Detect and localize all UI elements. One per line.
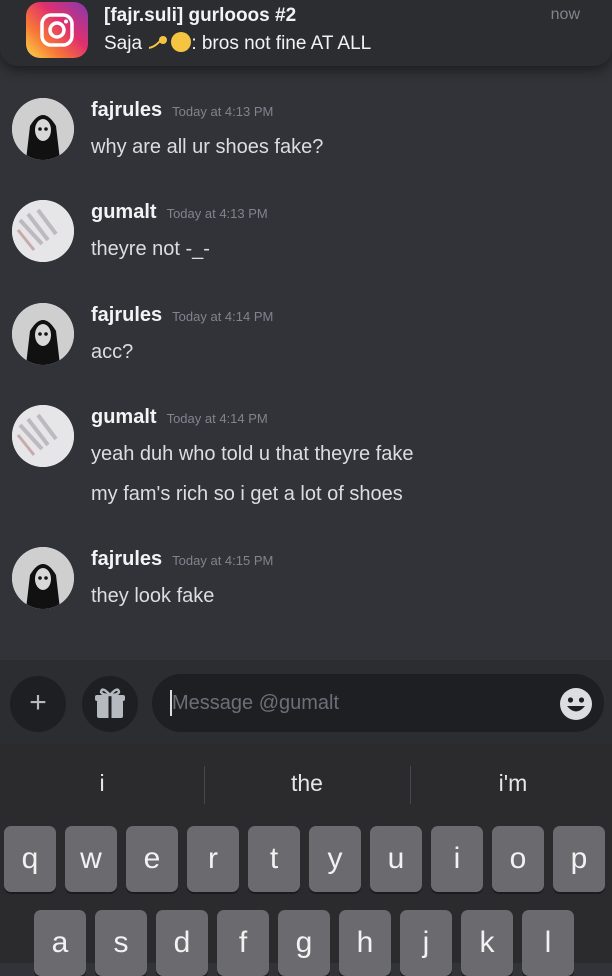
notification-body: Saja : bros not fine AT ALL xyxy=(104,32,371,55)
message-author[interactable]: fajrules Today at 4:15 PM xyxy=(91,548,273,571)
on-screen-keyboard: i the i'm q w e r t y u i o p a s d f g … xyxy=(0,744,612,976)
notification-time: now xyxy=(550,6,580,23)
message-author[interactable]: fajrules Today at 4:14 PM xyxy=(91,304,273,327)
message-text: theyre not -_- xyxy=(91,238,210,260)
instagram-icon xyxy=(26,2,88,58)
key-g[interactable]: g xyxy=(278,910,330,976)
message-author[interactable]: gumalt Today at 4:13 PM xyxy=(91,201,268,224)
key-a[interactable]: a xyxy=(34,910,86,976)
grimace-emoji-icon xyxy=(171,32,192,52)
dark-avatar[interactable] xyxy=(12,547,74,609)
light-avatar[interactable] xyxy=(12,200,74,262)
message-author[interactable]: gumalt Today at 4:14 PM xyxy=(91,406,268,429)
message-text: why are all ur shoes fake? xyxy=(91,136,324,158)
dark-avatar[interactable] xyxy=(12,303,74,365)
dizzy-emoji-icon xyxy=(147,35,169,51)
key-h[interactable]: h xyxy=(339,910,391,976)
message-text: they look fake xyxy=(91,585,215,607)
message-group[interactable]: fajrules Today at 4:15 PM they look fake xyxy=(12,547,602,617)
gift-button[interactable] xyxy=(82,676,138,732)
message-input[interactable] xyxy=(152,674,604,732)
message-text: yeah duh who told u that theyre fake xyxy=(91,443,414,465)
suggestion-3[interactable]: i'm xyxy=(411,770,612,797)
message-group[interactable]: gumalt Today at 4:13 PM theyre not -_- xyxy=(12,200,602,270)
emoji-button[interactable] xyxy=(558,686,594,722)
text-caret xyxy=(170,690,172,716)
key-i[interactable]: i xyxy=(431,826,483,892)
message-text: my fam's rich so i get a lot of shoes xyxy=(91,483,403,505)
key-q[interactable]: q xyxy=(4,826,56,892)
key-j[interactable]: j xyxy=(400,910,452,976)
plus-icon: + xyxy=(29,686,47,719)
key-w[interactable]: w xyxy=(65,826,117,892)
key-r[interactable]: r xyxy=(187,826,239,892)
suggestion-1[interactable]: i xyxy=(0,770,204,797)
key-s[interactable]: s xyxy=(95,910,147,976)
add-attachment-button[interactable]: + xyxy=(10,676,66,732)
message-timestamp: Today at 4:15 PM xyxy=(172,553,274,568)
key-t[interactable]: t xyxy=(248,826,300,892)
emoji-icon xyxy=(560,688,592,720)
message-composer: + xyxy=(0,660,612,744)
notification-sender: Saja xyxy=(104,33,143,54)
message-text: acc? xyxy=(91,341,134,363)
message-group[interactable]: fajrules Today at 4:14 PM acc? xyxy=(12,303,602,373)
key-k[interactable]: k xyxy=(461,910,513,976)
message-group[interactable]: fajrules Today at 4:13 PM why are all ur … xyxy=(12,98,602,168)
author-name[interactable]: gumalt xyxy=(91,201,157,223)
key-d[interactable]: d xyxy=(156,910,208,976)
author-name[interactable]: fajrules xyxy=(91,99,162,121)
author-name[interactable]: gumalt xyxy=(91,406,157,428)
message-group[interactable]: gumalt Today at 4:14 PM yeah duh who told… xyxy=(12,405,602,515)
key-p[interactable]: p xyxy=(553,826,605,892)
message-author[interactable]: fajrules Today at 4:13 PM xyxy=(91,99,273,122)
message-timestamp: Today at 4:14 PM xyxy=(172,309,274,324)
dark-avatar[interactable] xyxy=(12,98,74,160)
notification-banner[interactable]: [fajr.suli] gurlooos #2 Saja : bros not … xyxy=(0,0,612,66)
key-e[interactable]: e xyxy=(126,826,178,892)
key-l[interactable]: l xyxy=(522,910,574,976)
message-timestamp: Today at 4:13 PM xyxy=(172,104,274,119)
notification-title: [fajr.suli] gurlooos #2 xyxy=(104,5,297,26)
key-y[interactable]: y xyxy=(309,826,361,892)
suggestion-2[interactable]: the xyxy=(205,770,409,797)
author-name[interactable]: fajrules xyxy=(91,548,162,570)
author-name[interactable]: fajrules xyxy=(91,304,162,326)
message-timestamp: Today at 4:14 PM xyxy=(166,411,268,426)
light-avatar[interactable] xyxy=(12,405,74,467)
message-timestamp: Today at 4:13 PM xyxy=(166,206,268,221)
notification-message: : bros not fine AT ALL xyxy=(191,33,372,54)
key-f[interactable]: f xyxy=(217,910,269,976)
key-u[interactable]: u xyxy=(370,826,422,892)
key-o[interactable]: o xyxy=(492,826,544,892)
gift-icon xyxy=(95,688,125,718)
